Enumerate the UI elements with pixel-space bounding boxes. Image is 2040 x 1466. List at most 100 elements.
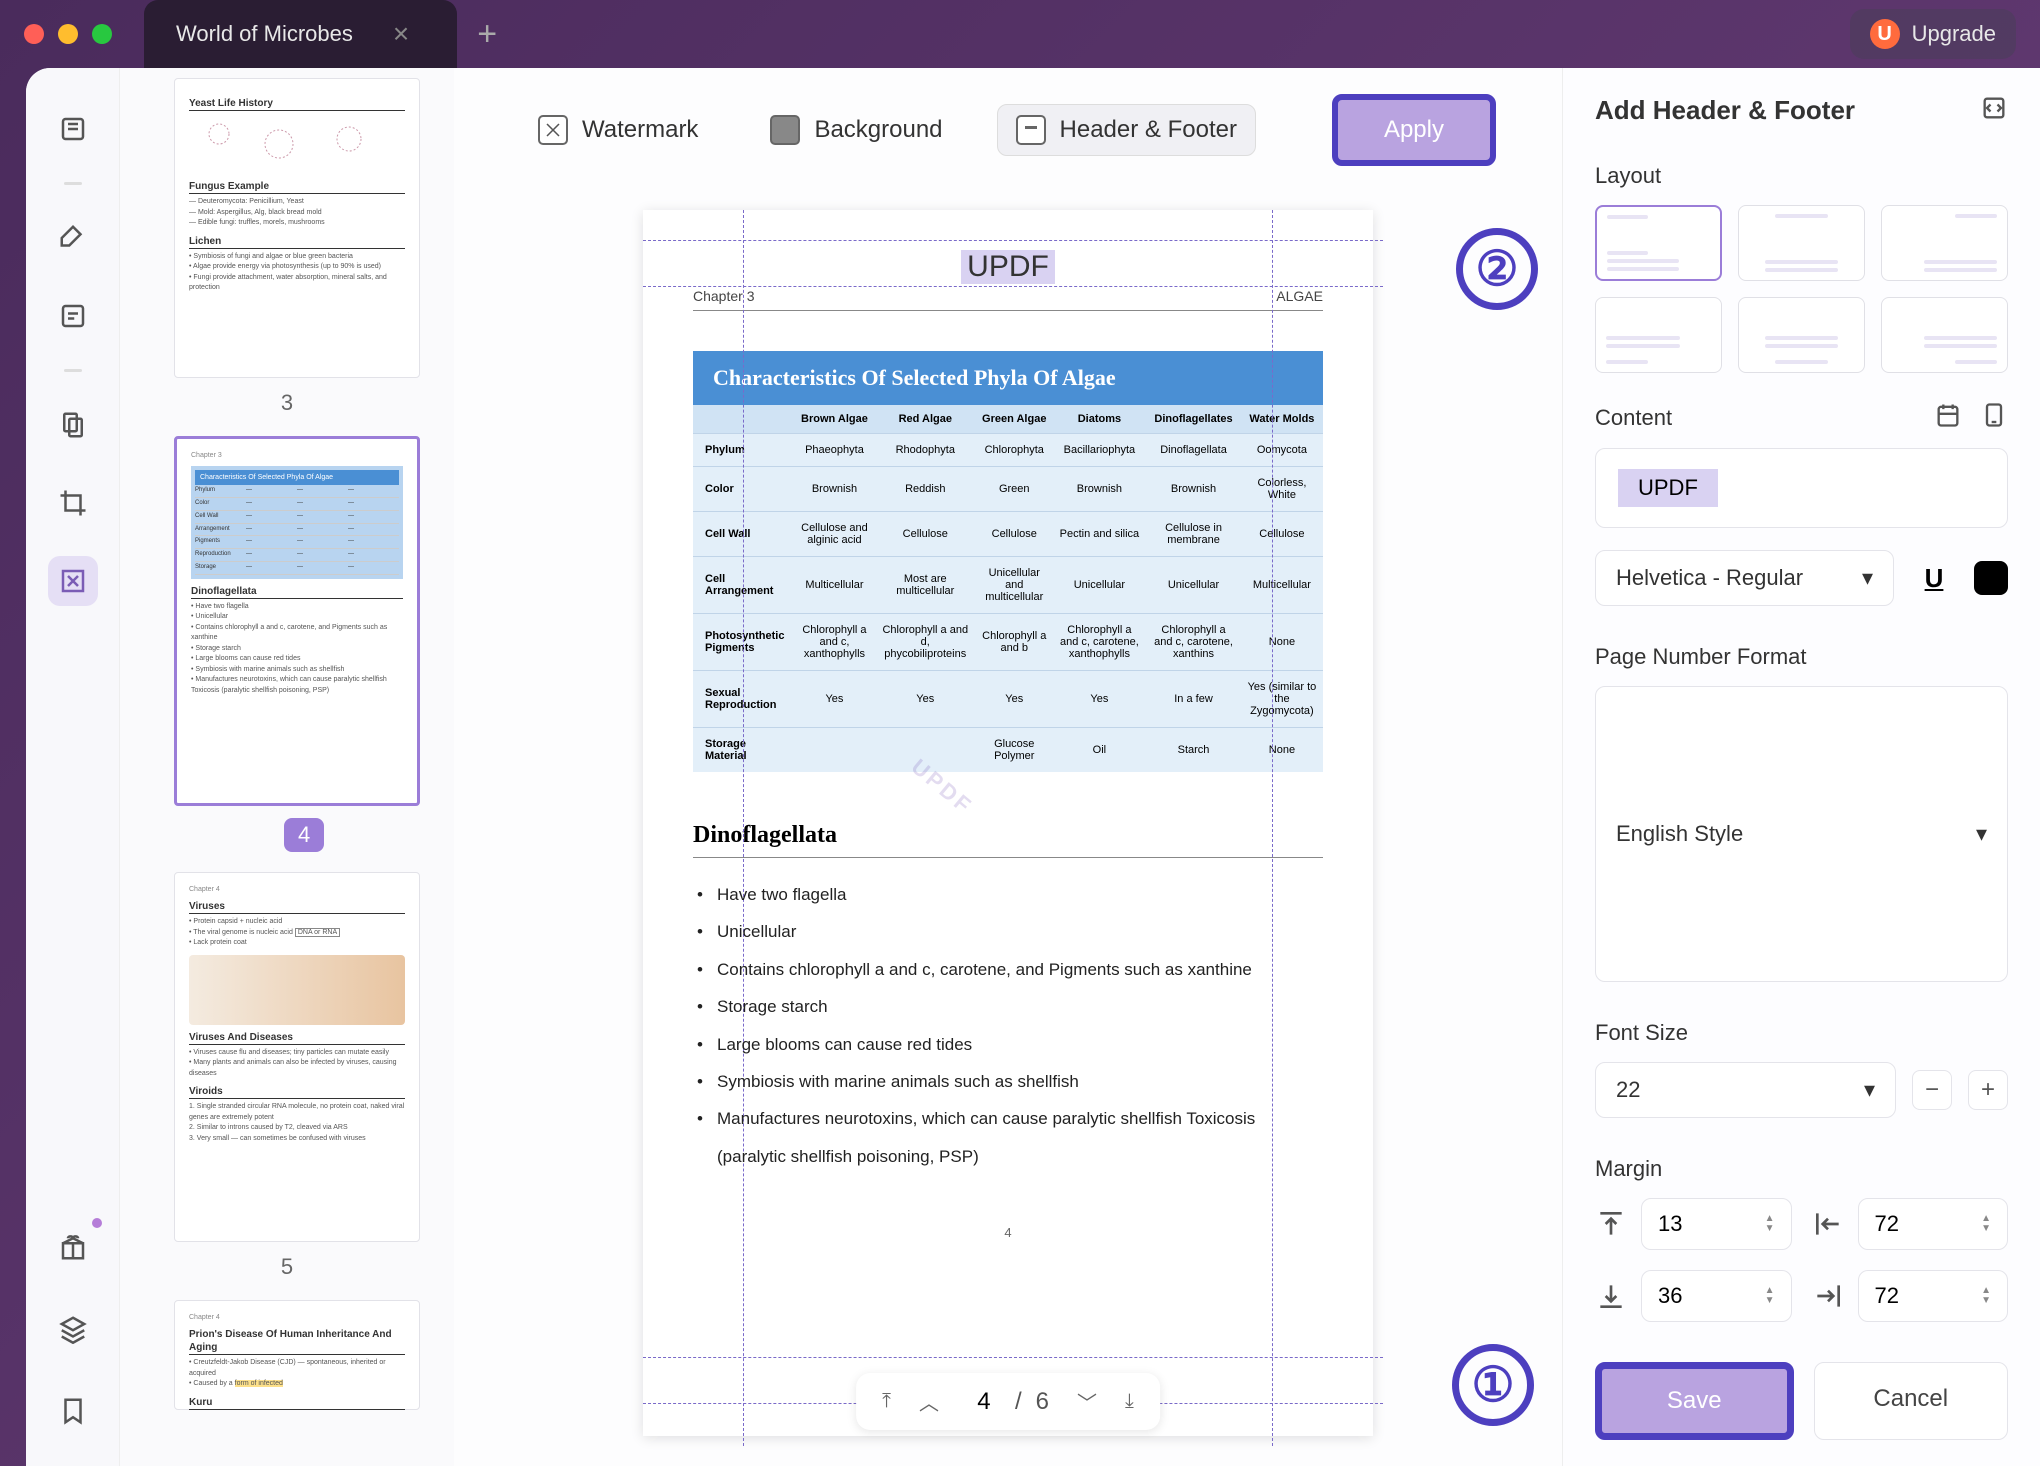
algae-table: Brown AlgaeRed AlgaeGreen AlgaeDiatomsDi… — [693, 405, 1323, 772]
header-footer-icon — [1016, 115, 1046, 145]
font-size-select[interactable]: 22 ▾ — [1595, 1062, 1896, 1118]
upgrade-button[interactable]: U Upgrade — [1850, 9, 2016, 59]
thumbnails-panel: Yeast Life History Fungus Example — Deut… — [120, 68, 454, 1466]
prev-page-button[interactable]: ︿ — [919, 1387, 939, 1416]
font-size-decrease[interactable]: − — [1912, 1070, 1952, 1110]
left-tool-rail — [26, 68, 120, 1466]
thumb-page-number: 5 — [174, 1254, 400, 1280]
thumb-heading: Prion's Disease Of Human Inheritance And… — [189, 1328, 405, 1355]
thumb-heading: Lichen — [189, 235, 405, 249]
bullet-list: Have two flagellaUnicellularContains chl… — [693, 876, 1323, 1175]
expand-panel-icon[interactable] — [1980, 94, 2008, 127]
user-badge-icon: U — [1870, 19, 1900, 49]
cancel-button[interactable]: Cancel — [1814, 1362, 2009, 1440]
watermark-icon — [538, 115, 568, 145]
total-pages: 6 — [1036, 1388, 1049, 1416]
margin-label: Margin — [1595, 1156, 2008, 1182]
content-section-label: Content — [1595, 405, 1672, 431]
thumb-heading: Fungus Example — [189, 180, 405, 194]
header-watermark[interactable]: UPDF — [961, 250, 1055, 284]
annotation-circle-2: ② — [1456, 228, 1538, 310]
crop-tool[interactable] — [48, 478, 98, 528]
save-button[interactable]: Save — [1595, 1362, 1794, 1440]
annotation-circle-1: ① — [1452, 1344, 1534, 1426]
page-number-format-label: Page Number Format — [1595, 644, 2008, 670]
diagram-placeholder-icon — [189, 114, 405, 174]
top-toolbar: Watermark Background Header & Footer App… — [454, 68, 1562, 192]
margin-top-input[interactable]: 13▲▼ — [1641, 1198, 1792, 1250]
header-footer-tool[interactable]: Header & Footer — [997, 104, 1256, 156]
font-size-label: Font Size — [1595, 1020, 2008, 1046]
bookmark-button[interactable] — [48, 1386, 98, 1436]
section-title: Dinoflagellata — [693, 822, 1323, 858]
margin-top-icon — [1595, 1208, 1627, 1240]
thumb-page-number: 3 — [174, 390, 400, 416]
last-page-button[interactable]: ⤓ — [1125, 1390, 1134, 1413]
thumb-heading: Viruses And Diseases — [189, 1031, 405, 1045]
background-icon — [770, 115, 800, 145]
table-title: Characteristics Of Selected Phyla Of Alg… — [693, 351, 1323, 405]
layout-option-4[interactable] — [1595, 297, 1722, 373]
margin-right-input[interactable]: 72▲▼ — [1858, 1270, 2009, 1322]
window-minimize[interactable] — [58, 24, 78, 44]
chevron-down-icon: ▾ — [1976, 821, 1987, 847]
layout-option-5[interactable] — [1738, 297, 1865, 373]
content-value: UPDF — [1618, 469, 1718, 507]
thumbnail-page-6[interactable]: Chapter 4 Prion's Disease Of Human Inher… — [174, 1300, 400, 1410]
next-page-button[interactable]: ﹀ — [1077, 1387, 1097, 1416]
margin-left-input[interactable]: 72▲▼ — [1858, 1198, 2009, 1250]
reader-tool[interactable] — [48, 104, 98, 154]
thumb-heading: Viroids — [189, 1085, 405, 1099]
layout-option-3[interactable] — [1881, 205, 2008, 281]
thumb-heading: Yeast Life History — [189, 97, 405, 111]
window-close[interactable] — [24, 24, 44, 44]
layout-option-2[interactable] — [1738, 205, 1865, 281]
thumbnail-page-3[interactable]: Yeast Life History Fungus Example — Deut… — [174, 78, 400, 416]
thumb-heading: Kuru — [189, 1396, 405, 1410]
insert-date-icon[interactable] — [1934, 401, 1962, 434]
margin-bottom-icon — [1595, 1280, 1627, 1312]
first-page-button[interactable]: ⤒ — [882, 1390, 891, 1413]
page-navigator: ⤒ ︿ / 6 ﹀ ⤓ — [856, 1373, 1160, 1430]
gift-button[interactable] — [48, 1222, 98, 1272]
notification-dot-icon — [92, 1218, 102, 1228]
margin-bottom-input[interactable]: 36▲▼ — [1641, 1270, 1792, 1322]
new-tab-button[interactable]: + — [477, 15, 497, 54]
text-color-swatch[interactable] — [1974, 561, 2008, 595]
layout-option-1[interactable] — [1595, 205, 1722, 281]
background-tool[interactable]: Background — [752, 105, 960, 155]
page-tools[interactable] — [48, 556, 98, 606]
organize-tool[interactable] — [48, 400, 98, 450]
insert-page-icon[interactable] — [1980, 401, 2008, 434]
chevron-down-icon: ▾ — [1864, 1077, 1875, 1103]
highlighter-tool[interactable] — [48, 213, 98, 263]
thumb-page-number-current: 4 — [284, 818, 324, 852]
header-content-input[interactable]: UPDF — [1595, 448, 2008, 528]
upgrade-label: Upgrade — [1912, 21, 1996, 47]
thumbnail-page-4[interactable]: Chapter 3 Characteristics Of Selected Ph… — [174, 436, 400, 852]
document-canvas: Watermark Background Header & Footer App… — [454, 68, 1562, 1466]
doc-chapter: Chapter 3 — [693, 288, 754, 304]
page-number-format-select[interactable]: English Style ▾ — [1595, 686, 2008, 982]
close-tab-icon[interactable]: × — [393, 18, 409, 50]
header-footer-panel: Add Header & Footer Layout Content UPDF … — [1562, 68, 2040, 1466]
diagram-placeholder-icon — [189, 955, 405, 1025]
layers-button[interactable] — [48, 1304, 98, 1354]
document-tab[interactable]: World of Microbes × — [144, 0, 457, 68]
thumb-section: Dinoflagellata — [191, 585, 403, 599]
thumbnail-page-5[interactable]: Chapter 4 Viruses • Protein capsid + nuc… — [174, 872, 400, 1280]
layout-section-label: Layout — [1595, 163, 2008, 189]
thumb-table-title: Characteristics Of Selected Phyla Of Alg… — [195, 470, 399, 485]
underline-toggle[interactable]: U — [1910, 554, 1958, 602]
margin-left-icon — [1812, 1208, 1844, 1240]
font-family-select[interactable]: Helvetica - Regular ▾ — [1595, 550, 1894, 606]
edit-tool[interactable] — [48, 291, 98, 341]
doc-subject: ALGAE — [1276, 288, 1323, 304]
thumb-heading: Viruses — [189, 900, 405, 914]
window-maximize[interactable] — [92, 24, 112, 44]
apply-button[interactable]: Apply — [1332, 94, 1496, 166]
font-size-increase[interactable]: + — [1968, 1070, 2008, 1110]
layout-option-6[interactable] — [1881, 297, 2008, 373]
page-number-input[interactable] — [967, 1388, 1001, 1416]
watermark-tool[interactable]: Watermark — [520, 105, 716, 155]
